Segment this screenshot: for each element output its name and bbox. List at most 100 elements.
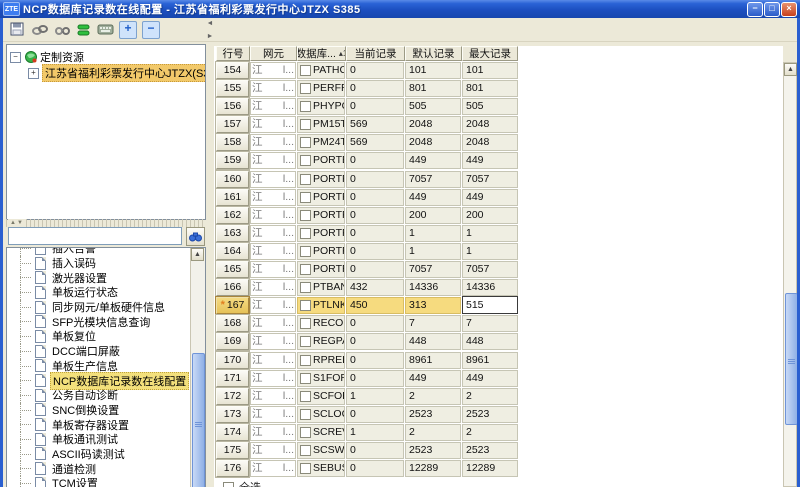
scroll-up-button[interactable]: ▲ xyxy=(191,248,204,261)
row-number-button[interactable]: 161 xyxy=(216,189,249,206)
current-records-cell[interactable]: 450 xyxy=(346,297,404,314)
row-number-button[interactable]: 164 xyxy=(216,243,249,260)
database-cell[interactable]: PATHC... xyxy=(297,62,345,79)
horizontal-splitter[interactable]: ▲▼ xyxy=(6,219,204,227)
max-records-cell[interactable]: 2 xyxy=(462,388,518,405)
current-records-cell[interactable]: 0 xyxy=(346,243,404,260)
row-number-button[interactable]: 160 xyxy=(216,171,249,188)
tree-item[interactable]: 公务自动诊断 xyxy=(7,388,189,403)
max-records-cell[interactable]: 2523 xyxy=(462,406,518,423)
database-cell[interactable]: PM15TH... xyxy=(297,116,345,133)
max-records-cell[interactable]: 1 xyxy=(462,225,518,242)
max-records-cell[interactable]: 2 xyxy=(462,424,518,441)
current-records-cell[interactable]: 0 xyxy=(346,171,404,188)
row-checkbox[interactable] xyxy=(300,83,311,94)
database-cell[interactable]: REGPAIR xyxy=(297,333,345,350)
network-element-cell[interactable]: 江l... xyxy=(250,116,296,133)
network-element-cell[interactable]: 江l... xyxy=(250,243,296,260)
database-cell[interactable]: RECOR... xyxy=(297,315,345,332)
current-records-cell[interactable]: 0 xyxy=(346,460,404,477)
database-cell[interactable]: PHYPO... xyxy=(297,98,345,115)
max-records-cell[interactable]: 2523 xyxy=(462,442,518,459)
network-element-cell[interactable]: 江l... xyxy=(250,134,296,151)
row-checkbox[interactable] xyxy=(300,427,311,438)
row-number-button[interactable]: 172 xyxy=(216,388,249,405)
network-element-cell[interactable]: 江l... xyxy=(250,424,296,441)
row-checkbox[interactable] xyxy=(300,355,311,366)
tree-item[interactable]: NCP数据库记录数在线配置 xyxy=(7,373,189,388)
row-checkbox[interactable] xyxy=(300,300,311,311)
default-records-cell[interactable]: 14336 xyxy=(405,279,461,296)
max-records-cell[interactable]: 7057 xyxy=(462,261,518,278)
current-records-cell[interactable]: 0 xyxy=(346,98,404,115)
default-records-cell[interactable]: 2 xyxy=(405,388,461,405)
default-records-cell[interactable]: 2523 xyxy=(405,442,461,459)
network-element-cell[interactable]: 江l... xyxy=(250,442,296,459)
default-records-cell[interactable]: 7057 xyxy=(405,261,461,278)
minimize-button[interactable]: − xyxy=(747,2,763,17)
default-records-cell[interactable]: 313 xyxy=(405,297,461,314)
row-number-button[interactable]: 174 xyxy=(216,424,249,441)
select-all-checkbox[interactable] xyxy=(223,482,234,487)
tree-item[interactable]: 同步网元/单板硬件信息 xyxy=(7,300,189,315)
tree-scrollbar[interactable]: ▲ xyxy=(190,248,205,487)
network-element-cell[interactable]: 江l... xyxy=(250,315,296,332)
database-cell[interactable]: PERFR... xyxy=(297,80,345,97)
current-records-cell[interactable]: 432 xyxy=(346,279,404,296)
database-cell[interactable]: PM24TH... xyxy=(297,134,345,151)
row-number-button[interactable]: 176 xyxy=(216,460,249,477)
row-checkbox[interactable] xyxy=(300,137,311,148)
database-cell[interactable]: PORTP... xyxy=(297,207,345,224)
current-records-cell[interactable]: 0 xyxy=(346,333,404,350)
default-records-cell[interactable]: 12289 xyxy=(405,460,461,477)
current-records-cell[interactable]: 0 xyxy=(346,62,404,79)
current-records-cell[interactable]: 0 xyxy=(346,207,404,224)
tree-item[interactable]: 单板运行状态 xyxy=(7,285,189,300)
current-records-cell[interactable]: 0 xyxy=(346,352,404,369)
row-number-button[interactable]: 163 xyxy=(216,225,249,242)
col-header-max-records[interactable]: 最大记录 xyxy=(462,46,518,61)
row-checkbox[interactable] xyxy=(300,101,311,112)
network-element-cell[interactable]: 江l... xyxy=(250,297,296,314)
splitter-left-icon[interactable]: ◄ xyxy=(205,20,215,27)
current-records-cell[interactable]: 0 xyxy=(346,315,404,332)
row-checkbox[interactable] xyxy=(300,264,311,275)
network-element-cell[interactable]: 江l... xyxy=(250,333,296,350)
network-element-cell[interactable]: 江l... xyxy=(250,406,296,423)
splitter-down-icon[interactable]: ▼ xyxy=(17,220,24,226)
row-number-button[interactable]: 168 xyxy=(216,315,249,332)
network-element-cell[interactable]: 江l... xyxy=(250,460,296,477)
tree-node-ne[interactable]: + 江苏省福利彩票发行中心JTZX(S385 xyxy=(25,65,205,81)
default-records-cell[interactable]: 101 xyxy=(405,62,461,79)
database-cell[interactable]: RPREL... xyxy=(297,352,345,369)
row-checkbox[interactable] xyxy=(300,409,311,420)
max-records-cell[interactable]: 515 xyxy=(462,296,518,314)
row-number-button[interactable]: 173 xyxy=(216,406,249,423)
close-button[interactable]: × xyxy=(781,2,797,17)
default-records-cell[interactable]: 2 xyxy=(405,424,461,441)
row-checkbox[interactable] xyxy=(300,336,311,347)
database-cell[interactable]: SCFOR... xyxy=(297,388,345,405)
tree-item[interactable]: 单板寄存器设置 xyxy=(7,417,189,432)
row-number-button[interactable]: 162 xyxy=(216,207,249,224)
max-records-cell[interactable]: 7 xyxy=(462,315,518,332)
save-icon[interactable] xyxy=(9,21,26,38)
tree-item[interactable]: SNC倒换设置 xyxy=(7,403,189,418)
row-number-button[interactable]: 175 xyxy=(216,442,249,459)
database-cell[interactable]: SEBUSI... xyxy=(297,460,345,477)
row-number-button[interactable]: 169 xyxy=(216,333,249,350)
database-cell[interactable]: PTLNKA... xyxy=(297,297,345,314)
network-element-cell[interactable]: 江l... xyxy=(250,370,296,387)
row-checkbox[interactable] xyxy=(300,373,311,384)
default-records-cell[interactable]: 2048 xyxy=(405,116,461,133)
green-list-icon[interactable] xyxy=(75,21,92,38)
default-records-cell[interactable]: 2523 xyxy=(405,406,461,423)
row-number-button[interactable]: 156 xyxy=(216,98,249,115)
max-records-cell[interactable]: 449 xyxy=(462,189,518,206)
tree-item[interactable]: 通道检测 xyxy=(7,461,189,476)
network-element-cell[interactable]: 江l... xyxy=(250,352,296,369)
row-checkbox[interactable] xyxy=(300,228,311,239)
current-records-cell[interactable]: 0 xyxy=(346,370,404,387)
default-records-cell[interactable]: 801 xyxy=(405,80,461,97)
database-cell[interactable]: PORTPA... xyxy=(297,189,345,206)
